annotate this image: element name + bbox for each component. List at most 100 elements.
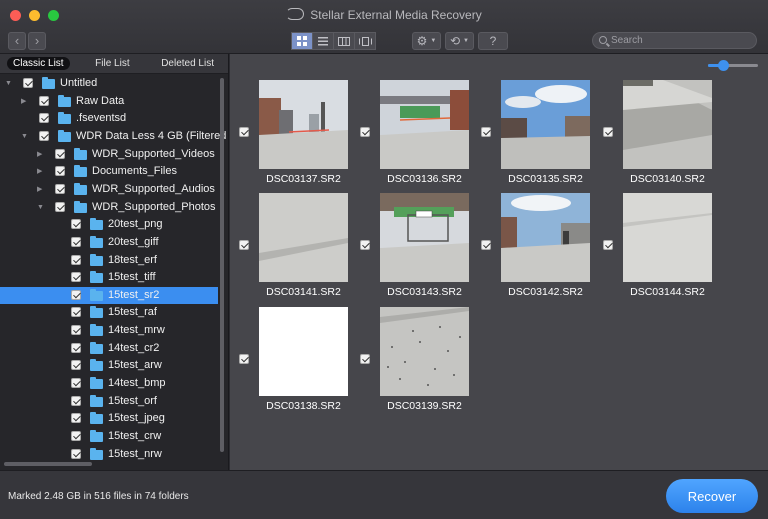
file-thumbnail[interactable]: DSC03144.SR2 <box>594 193 715 305</box>
disclosure-closed-icon[interactable]: ▶ <box>37 151 45 159</box>
zoom-slider[interactable] <box>708 60 758 71</box>
tree-item-checkbox[interactable] <box>55 148 65 159</box>
tree-horizontal-scrollbar[interactable] <box>4 462 92 466</box>
search-field[interactable] <box>592 32 757 49</box>
tree-item-checkbox[interactable] <box>71 431 81 441</box>
file-thumbnail[interactable]: DSC03143.SR2 <box>351 193 472 305</box>
disclosure-closed-icon[interactable]: ▶ <box>21 98 29 106</box>
file-checkbox[interactable] <box>360 354 370 364</box>
tree-item-checkbox[interactable] <box>55 183 65 194</box>
back-button[interactable]: ‹ <box>8 32 26 50</box>
file-thumbnail[interactable]: DSC03137.SR2 <box>230 80 351 192</box>
tree-item[interactable]: 20test_giff <box>0 234 218 251</box>
grid-view-button[interactable] <box>291 32 313 50</box>
tab-deleted-list[interactable]: Deleted List <box>155 57 220 70</box>
tree-item-checkbox[interactable] <box>71 325 81 336</box>
tree-item-checkbox[interactable] <box>39 130 49 141</box>
file-thumbnail[interactable]: DSC03136.SR2 <box>351 80 472 192</box>
coverflow-view-button[interactable] <box>354 32 376 50</box>
file-checkbox[interactable] <box>603 127 613 137</box>
tree-vertical-scrollbar[interactable] <box>219 74 225 454</box>
tree-item[interactable]: 15test_nrw <box>0 446 218 462</box>
tree-item-checkbox[interactable] <box>71 378 81 389</box>
tree-item[interactable]: 15test_sr2 <box>0 286 218 304</box>
tree-item[interactable]: .fseventsd <box>0 110 218 127</box>
tree-item[interactable]: 15test_orf <box>0 393 218 410</box>
disclosure-closed-icon[interactable]: ▶ <box>37 168 45 176</box>
file-thumbnail[interactable]: DSC03141.SR2 <box>230 193 351 305</box>
file-checkbox[interactable] <box>481 127 491 137</box>
tree-item[interactable]: 14test_cr2 <box>0 340 218 357</box>
tab-classic-list[interactable]: Classic List <box>7 57 70 70</box>
tree-item[interactable]: 15test_arw <box>0 357 218 374</box>
file-checkbox[interactable] <box>481 240 491 250</box>
photo-preview[interactable] <box>380 193 469 282</box>
settings-button[interactable]: ⚙ ▼ <box>412 32 441 50</box>
tree-item[interactable]: ▶ Raw Data <box>0 93 218 110</box>
tree-item[interactable]: 14test_mrw <box>0 322 218 339</box>
photo-preview[interactable] <box>380 80 469 169</box>
photo-preview[interactable] <box>259 307 348 396</box>
tree-item-checkbox[interactable] <box>71 413 81 424</box>
file-checkbox[interactable] <box>239 240 249 250</box>
photo-preview[interactable] <box>623 80 712 169</box>
tree-item[interactable]: 15test_raf <box>0 304 218 321</box>
tree-item-checkbox[interactable] <box>71 395 81 406</box>
list-view-button[interactable] <box>312 32 334 50</box>
help-button[interactable]: ? <box>478 32 508 50</box>
tree-item[interactable]: ▶ WDR_Supported_Videos <box>0 146 218 163</box>
disclosure-open-icon[interactable]: ▼ <box>21 133 29 141</box>
tree-item-checkbox[interactable] <box>39 113 49 124</box>
file-thumbnail[interactable]: DSC03138.SR2 <box>230 307 351 419</box>
tree-item[interactable]: ▶ WDR_Supported_Audios <box>0 181 218 198</box>
disclosure-open-icon[interactable]: ▼ <box>5 80 13 88</box>
file-thumbnail[interactable]: DSC03140.SR2 <box>594 80 715 192</box>
tree-item-checkbox[interactable] <box>71 254 81 265</box>
forward-button[interactable]: › <box>28 32 46 50</box>
file-thumbnail[interactable]: DSC03139.SR2 <box>351 307 472 419</box>
tree-item-checkbox[interactable] <box>71 219 81 230</box>
tree-item-checkbox[interactable] <box>39 95 49 106</box>
tree-item-checkbox[interactable] <box>71 289 81 300</box>
tree-item[interactable]: 15test_tiff <box>0 269 218 286</box>
disclosure-closed-icon[interactable]: ▶ <box>37 186 45 194</box>
tree-item[interactable]: 15test_jpeg <box>0 410 218 427</box>
history-button[interactable]: ⟲ ▼ <box>445 32 474 50</box>
zoom-slider-knob[interactable] <box>718 60 729 71</box>
scrollbar-thumb[interactable] <box>220 78 224 452</box>
tab-file-list[interactable]: File List <box>89 57 135 70</box>
file-checkbox[interactable] <box>239 354 249 364</box>
file-checkbox[interactable] <box>360 240 370 250</box>
photo-preview[interactable] <box>501 193 590 282</box>
tree-item-checkbox[interactable] <box>71 448 81 459</box>
tree-item[interactable]: ▼ Untitled <box>0 75 218 92</box>
file-checkbox[interactable] <box>360 127 370 137</box>
column-view-button[interactable] <box>333 32 355 50</box>
photo-preview[interactable] <box>501 80 590 169</box>
tree-item[interactable]: 15test_crw <box>0 428 218 445</box>
search-input[interactable] <box>611 35 751 46</box>
tree-item-checkbox[interactable] <box>71 307 81 318</box>
photo-preview[interactable] <box>259 80 348 169</box>
photo-preview[interactable] <box>259 193 348 282</box>
file-checkbox[interactable] <box>239 127 249 137</box>
tree-item-checkbox[interactable] <box>71 272 81 283</box>
tree-item-checkbox[interactable] <box>55 166 65 177</box>
tree-item[interactable]: ▶ Documents_Files <box>0 163 218 180</box>
tree-item[interactable]: ▼ WDR_Supported_Photos <box>0 199 218 216</box>
tree-item[interactable]: 20test_png <box>0 216 218 233</box>
recover-button[interactable]: Recover <box>666 479 758 513</box>
file-thumbnail[interactable]: DSC03142.SR2 <box>472 193 593 305</box>
file-thumbnail[interactable]: DSC03135.SR2 <box>472 80 593 192</box>
file-checkbox[interactable] <box>603 240 613 250</box>
tree-item-checkbox[interactable] <box>23 78 33 88</box>
tree-item[interactable]: 14test_bmp <box>0 375 218 392</box>
disclosure-open-icon[interactable]: ▼ <box>37 204 45 212</box>
photo-preview[interactable] <box>380 307 469 396</box>
tree-item[interactable]: 18test_erf <box>0 252 218 269</box>
photo-preview[interactable] <box>623 193 712 282</box>
tree-item-checkbox[interactable] <box>55 201 65 212</box>
tree-item-checkbox[interactable] <box>71 360 81 371</box>
tree-item-checkbox[interactable] <box>71 342 81 353</box>
tree-item-checkbox[interactable] <box>71 236 81 247</box>
